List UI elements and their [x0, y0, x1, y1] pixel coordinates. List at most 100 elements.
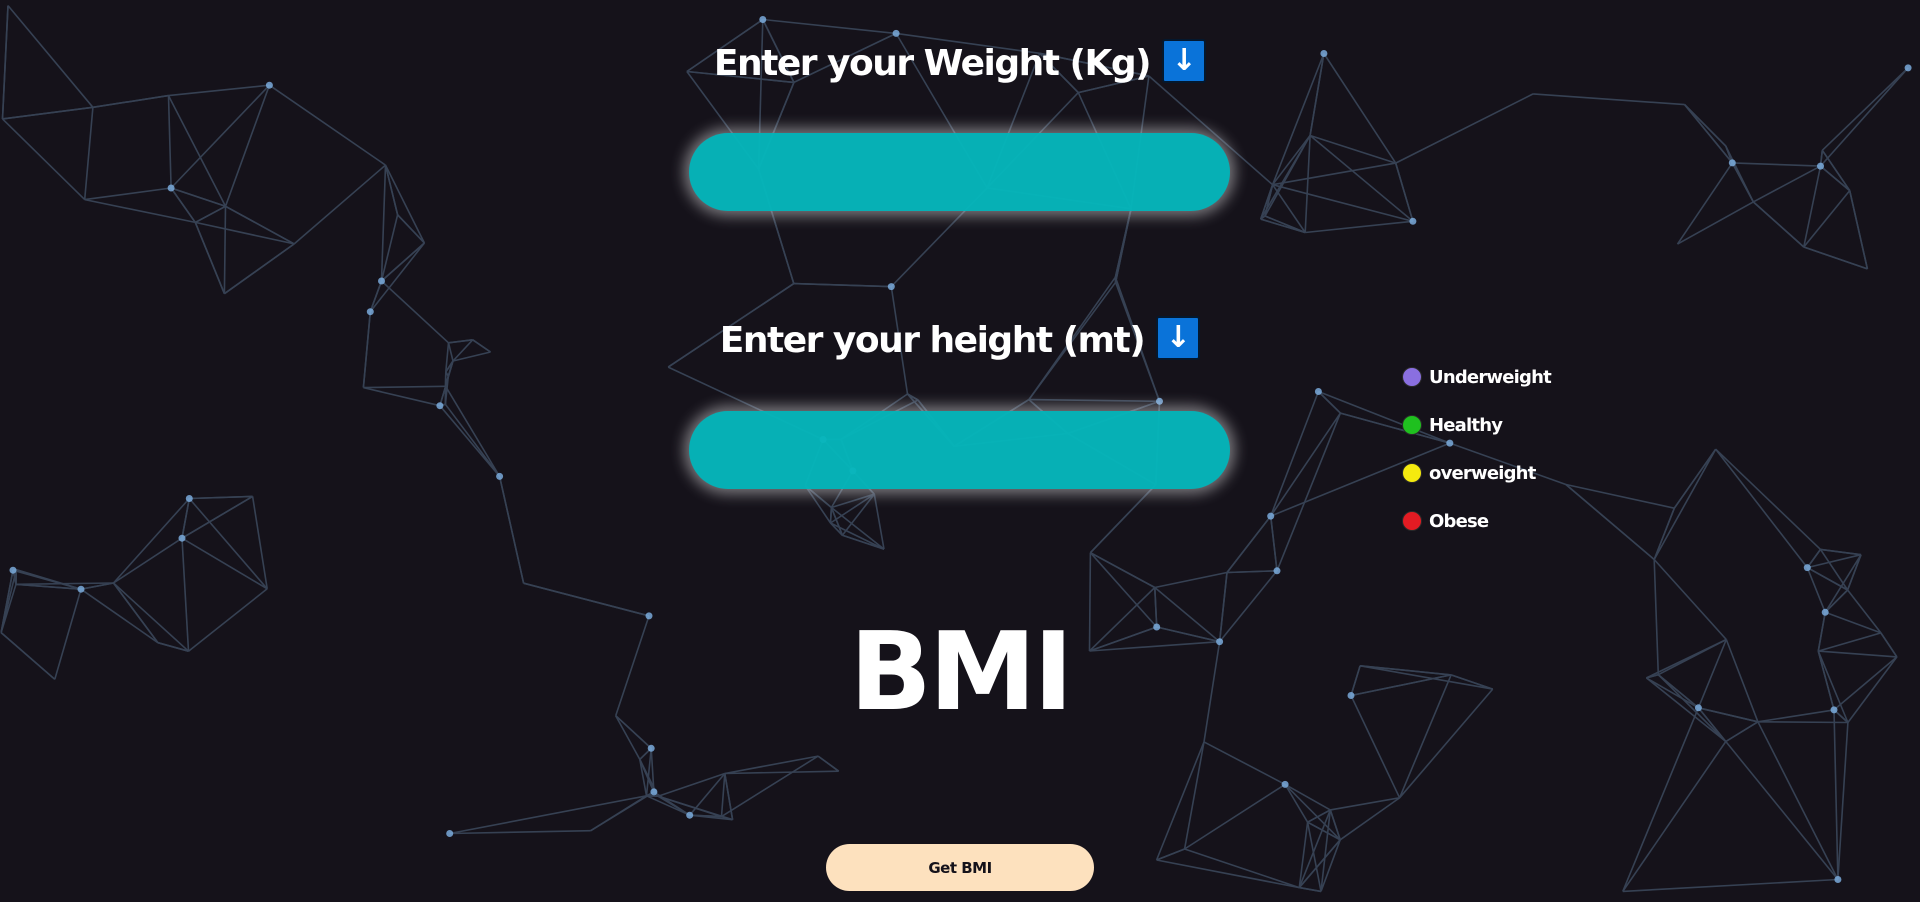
network-line: [380, 242, 425, 282]
network-node: [1273, 567, 1281, 575]
network-line: [1684, 104, 1727, 147]
network-line: [1330, 797, 1400, 811]
network-node: [1409, 217, 1417, 225]
down-arrow-icon: ↓: [1156, 316, 1201, 360]
network-line: [873, 494, 885, 550]
legend-item-overweight: overweight: [1402, 449, 1551, 497]
legend-label: Underweight: [1429, 366, 1552, 388]
network-node: [167, 184, 175, 192]
network-line: [817, 755, 840, 772]
weight-label: Enter your Weight (Kg) ↓: [0, 39, 1920, 87]
network-line: [1226, 515, 1272, 573]
network-line: [645, 748, 652, 796]
network-line: [1677, 201, 1754, 245]
page-background: Enter your Weight (Kg) ↓ Enter your heigh…: [0, 0, 1920, 902]
network-line: [439, 405, 501, 477]
legend-item-underweight: Underweight: [1402, 353, 1552, 401]
network-line: [1622, 878, 1838, 893]
network-node: [1728, 159, 1736, 167]
network-line: [590, 791, 655, 832]
network-line: [1203, 741, 1286, 786]
obese-dot-icon: [1402, 511, 1422, 531]
network-line: [2, 106, 94, 120]
network-node: [686, 811, 694, 819]
network-line: [363, 386, 441, 407]
network-node: [1156, 397, 1163, 405]
network-line: [1309, 134, 1396, 164]
legend-item-obese: Obese: [1402, 497, 1551, 545]
network-node: [1314, 388, 1322, 395]
network-line: [363, 385, 446, 389]
network-line: [1226, 570, 1278, 574]
network-line: [1803, 190, 1851, 248]
network-line: [793, 282, 892, 288]
network-line: [384, 164, 426, 244]
network-line: [1299, 886, 1322, 893]
network-line: [1339, 797, 1401, 841]
network-line: [1317, 390, 1341, 414]
network-line: [268, 84, 386, 166]
network-line: [380, 165, 387, 282]
network-line: [1, 118, 86, 201]
network-line: [181, 537, 268, 590]
network-node: [650, 788, 658, 796]
network-line: [1622, 741, 1727, 892]
network-line: [369, 242, 426, 313]
network-node: [1817, 162, 1824, 170]
network-line: [842, 534, 885, 550]
get-bmi-button[interactable]: Get BMI: [826, 844, 1094, 891]
network-node: [759, 16, 767, 23]
network-node: [436, 402, 444, 410]
network-line: [1298, 839, 1341, 889]
network-line: [1757, 721, 1839, 880]
network-line: [1725, 740, 1839, 881]
network-line: [762, 18, 897, 35]
network-line: [225, 205, 295, 245]
network-node: [1834, 876, 1842, 883]
network-line: [1803, 165, 1822, 248]
network-line: [1305, 220, 1413, 234]
network-line: [167, 95, 172, 189]
network-line: [15, 582, 114, 586]
network-line: [1837, 722, 1849, 880]
network-line: [1271, 135, 1311, 186]
weight-input[interactable]: [689, 133, 1230, 211]
network-line: [1533, 93, 1685, 106]
network-line: [1154, 571, 1228, 589]
network-line: [1028, 398, 1160, 403]
height-input[interactable]: [689, 411, 1230, 489]
height-label-text: Enter your height (mt): [719, 320, 1146, 361]
network-line: [720, 773, 726, 817]
network-node: [887, 283, 895, 291]
network-line: [1848, 190, 1869, 270]
network-line: [84, 187, 172, 201]
network-line: [1715, 448, 1808, 569]
network-line: [1725, 145, 1755, 203]
network-line: [189, 495, 253, 500]
network-line: [1090, 551, 1156, 589]
network-node: [178, 534, 186, 542]
network-node: [1267, 512, 1275, 520]
network-node: [185, 495, 193, 502]
network-line: [194, 205, 226, 224]
network-node: [647, 744, 655, 752]
bmi-result: BMI: [849, 610, 1074, 735]
network-line: [724, 770, 839, 775]
network-line: [369, 280, 383, 312]
network-line: [1306, 822, 1322, 892]
network-line: [1284, 783, 1341, 841]
overweight-dot-icon: [1402, 463, 1422, 483]
network-line: [194, 222, 226, 295]
network-line: [1806, 567, 1826, 613]
network-node: [77, 585, 85, 593]
network-line: [1653, 448, 1717, 560]
network-line: [1260, 218, 1306, 234]
network-line: [444, 385, 501, 477]
network-line: [83, 107, 94, 200]
network-line: [1394, 162, 1414, 222]
network-line: [449, 829, 591, 835]
network-line: [224, 84, 271, 207]
height-label: Enter your height (mt) ↓: [0, 316, 1920, 364]
network-line: [1304, 135, 1311, 233]
network-line: [1715, 448, 1822, 550]
